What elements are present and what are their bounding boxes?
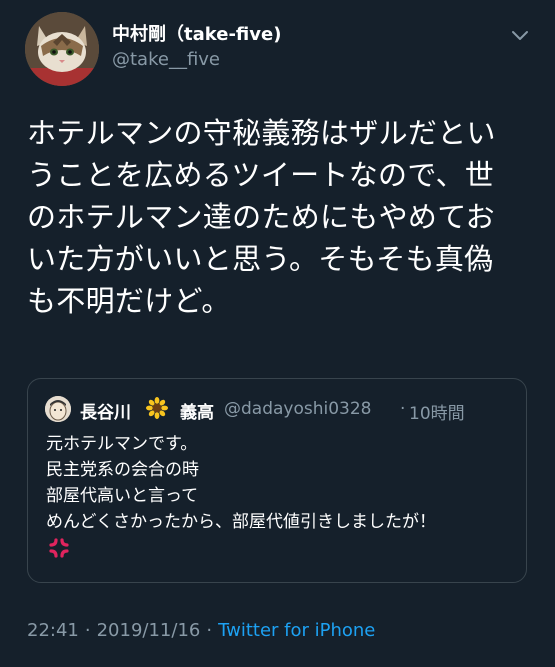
meta-separator: · [206, 620, 213, 641]
quoted-name-part2[interactable]: 義高 [180, 398, 214, 423]
quoted-text-line: 部屋代高いと言って [46, 486, 199, 506]
author-handle[interactable]: @take__five [112, 49, 220, 70]
tweet-date[interactable]: 2019/11/16 [97, 620, 201, 641]
tweet-text-line: ホテルマンの守秘義務はザルだとい [27, 116, 496, 150]
anger-symbol-icon [48, 537, 70, 559]
tweet-meta: 22:41 · 2019/11/16 · Twitter for iPhone [27, 620, 375, 641]
tweet-text-line: のホテルマン達のためにもやめてお [27, 200, 495, 234]
quoted-tweet[interactable]: 長谷川 義高 @dadayoshi0328 · 10時間 元ホテルマンです。 民… [27, 378, 527, 583]
tweet-time[interactable]: 22:41 [27, 620, 79, 641]
tweet-text-line: うことを広めるツイートなので、世 [27, 158, 495, 192]
quoted-avatar[interactable] [45, 396, 71, 422]
tweet-source-link[interactable]: Twitter for iPhone [218, 620, 375, 641]
chevron-down-icon[interactable] [509, 28, 531, 44]
quoted-text-line: 元ホテルマンです。 [46, 434, 198, 454]
quoted-text-line: 民主党系の会合の時 [46, 460, 199, 480]
tweet-text-line: も不明だけど。 [27, 284, 231, 318]
author-display-name[interactable]: 中村剛（take-five) [112, 20, 281, 46]
tweet-text-line: いた方がいいと思う。そもそも真偽 [27, 242, 494, 276]
tweet: 中村剛（take-five) @take__five ホテルマンの守秘義務はザル… [0, 0, 555, 667]
tweet-text: ホテルマンの守秘義務はザルだとい うことを広めるツイートなので、世 のホテルマン… [27, 112, 532, 322]
quoted-handle[interactable]: @dadayoshi0328 [224, 399, 372, 419]
quoted-separator: · [400, 399, 406, 419]
cat-avatar-icon[interactable] [25, 12, 99, 86]
meta-separator: · [84, 620, 91, 641]
quoted-time[interactable]: 10時間 [409, 399, 465, 424]
quoted-text: 元ホテルマンです。 民主党系の会合の時 部屋代高いと言って めんどくさかったから… [46, 431, 516, 535]
quoted-name-part1[interactable]: 長谷川 [80, 398, 131, 423]
sunflower-icon [146, 397, 168, 419]
quoted-text-line: めんどくさかったから、部屋代値引きしましたが！ [46, 512, 436, 532]
